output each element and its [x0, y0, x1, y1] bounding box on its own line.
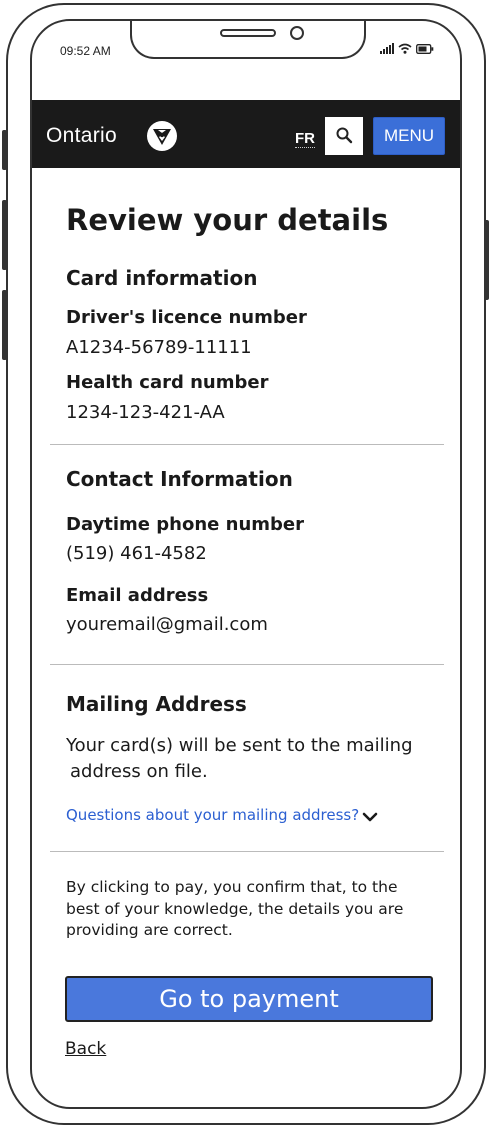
phone-notch	[130, 21, 366, 59]
search-icon	[336, 127, 353, 143]
mailing-address-questions-link[interactable]: Questions about your mailing address?	[66, 806, 359, 824]
speaker-icon	[220, 29, 276, 37]
search-button[interactable]	[325, 117, 363, 155]
section-divider	[50, 444, 444, 445]
go-to-payment-button[interactable]: Go to payment	[65, 976, 433, 1022]
confirmation-text: By clicking to pay, you confirm that, to…	[66, 877, 403, 942]
field-value-drivers-licence: A1234-56789-11111	[66, 337, 252, 358]
section-divider	[50, 664, 444, 665]
phone-side-button	[484, 220, 489, 300]
menu-button[interactable]: MENU	[373, 117, 445, 155]
phone-screen: 09:52 AM Ontario FR MENU Review your det…	[30, 19, 462, 1109]
trillium-logo-icon[interactable]	[147, 121, 177, 151]
camera-icon	[290, 26, 304, 40]
status-time: 09:52 AM	[60, 44, 111, 58]
confirmation-text-line: providing are correct.	[66, 921, 233, 939]
section-heading-mailing-address: Mailing Address	[66, 692, 247, 716]
cellular-signal-icon	[380, 43, 394, 54]
confirmation-text-line: By clicking to pay, you confirm that, to…	[66, 878, 398, 896]
phone-side-button	[2, 130, 7, 170]
field-label-health-card: Health card number	[66, 372, 269, 393]
field-label-daytime-phone: Daytime phone number	[66, 514, 304, 535]
phone-side-button	[2, 290, 7, 360]
field-value-daytime-phone: (519) 461-4582	[66, 543, 207, 564]
brand-name[interactable]: Ontario	[46, 124, 117, 148]
status-icons	[380, 43, 434, 54]
field-value-email: youremail@gmail.com	[66, 614, 268, 635]
section-heading-card-information: Card information	[66, 266, 258, 290]
mailing-address-text-continued: address on file.	[70, 761, 208, 782]
site-header: Ontario FR MENU	[32, 100, 460, 168]
field-value-health-card: 1234-123-421-AA	[66, 402, 225, 423]
page-title: Review your details	[66, 203, 389, 237]
language-toggle-link[interactable]: FR	[295, 130, 315, 148]
section-heading-contact-information: Contact Information	[66, 467, 293, 491]
field-label-email: Email address	[66, 585, 209, 606]
mailing-address-text: Your card(s) will be sent to the mailing	[66, 735, 413, 756]
back-link[interactable]: Back	[65, 1039, 106, 1059]
confirmation-text-line: best of your knowledge, the details you …	[66, 899, 404, 918]
wifi-icon	[398, 43, 412, 54]
chevron-down-icon[interactable]	[362, 811, 378, 823]
battery-icon	[416, 44, 434, 54]
section-divider	[50, 851, 444, 852]
field-label-drivers-licence: Driver's licence number	[66, 307, 307, 328]
phone-side-button	[2, 200, 7, 270]
